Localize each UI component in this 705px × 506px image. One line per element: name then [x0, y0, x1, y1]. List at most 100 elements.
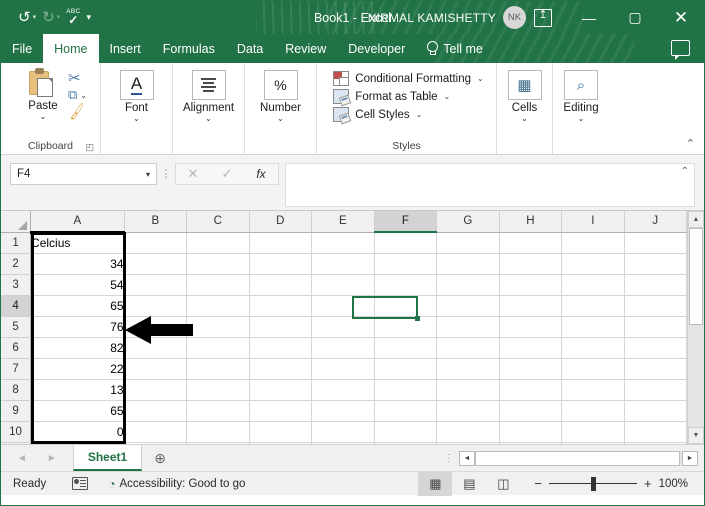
column-header-E[interactable]: E — [312, 211, 375, 232]
formula-bar-grip[interactable]: ⋮ — [157, 163, 175, 185]
row-header-2[interactable]: 2 — [1, 253, 31, 274]
redo-button[interactable]: ↻ ▾ — [39, 7, 63, 28]
chevron-down-icon[interactable]: ⌄ — [444, 92, 451, 101]
cell-E8[interactable] — [312, 379, 375, 400]
conditional-formatting-button[interactable]: Conditional Formatting ⌄ — [333, 71, 483, 86]
tab-home[interactable]: Home — [43, 34, 98, 63]
cell-F2[interactable] — [374, 253, 436, 274]
cell-H2[interactable] — [499, 253, 562, 274]
cell-styles-button[interactable]: Cell Styles ⌄ — [333, 107, 483, 122]
row-header-8[interactable]: 8 — [1, 379, 31, 400]
tab-data[interactable]: Data — [226, 34, 274, 63]
page-layout-view-button[interactable]: ▤ — [452, 472, 486, 496]
fill-handle[interactable] — [415, 316, 420, 321]
cell-B8[interactable] — [124, 379, 187, 400]
cell-F11[interactable] — [374, 442, 436, 444]
cell-E4[interactable] — [312, 295, 375, 316]
cell-H9[interactable] — [499, 400, 562, 421]
cell-E2[interactable] — [312, 253, 375, 274]
undo-button[interactable]: ↺ ▾ — [15, 7, 39, 28]
chevron-down-icon[interactable]: ▾ — [57, 14, 61, 21]
cell-A10[interactable]: 0 — [31, 421, 125, 442]
cell-H6[interactable] — [499, 337, 562, 358]
cell-H4[interactable] — [499, 295, 562, 316]
cell-E3[interactable] — [312, 274, 375, 295]
cells-chevron-down-icon[interactable]: ⌄ — [521, 115, 528, 123]
number-chevron-down-icon[interactable]: ⌄ — [277, 115, 284, 123]
paste-button[interactable]: Paste ⌄ — [20, 68, 66, 121]
cell-C8[interactable] — [187, 379, 250, 400]
cell-I4[interactable] — [562, 295, 624, 316]
cell-D10[interactable] — [249, 421, 312, 442]
cell-I5[interactable] — [562, 316, 624, 337]
zoom-out-button[interactable]: − — [534, 476, 542, 491]
cell-D11[interactable] — [249, 442, 312, 444]
cell-C4[interactable] — [187, 295, 250, 316]
cell-F6[interactable] — [374, 337, 436, 358]
cell-A7[interactable]: 22 — [31, 358, 125, 379]
cell-C10[interactable] — [187, 421, 250, 442]
cell-D1[interactable] — [249, 232, 312, 253]
cell-E5[interactable] — [312, 316, 375, 337]
cell-B3[interactable] — [124, 274, 187, 295]
cancel-formula-icon[interactable]: ✕ — [176, 164, 210, 184]
clipboard-dialog-launcher-icon[interactable]: ◰ — [85, 142, 94, 153]
column-header-D[interactable]: D — [249, 211, 312, 232]
tab-review[interactable]: Review — [274, 34, 337, 63]
cell-G6[interactable] — [437, 337, 500, 358]
expand-formula-bar-icon[interactable]: ⌃ — [681, 166, 689, 177]
cell-I8[interactable] — [562, 379, 624, 400]
cell-C11[interactable] — [187, 442, 250, 444]
cell-A8[interactable]: 13 — [31, 379, 125, 400]
column-header-C[interactable]: C — [187, 211, 250, 232]
cell-C3[interactable] — [187, 274, 250, 295]
cell-D3[interactable] — [249, 274, 312, 295]
cell-A5[interactable]: 76 — [31, 316, 125, 337]
copy-chevron-down-icon[interactable]: ⌄ — [80, 91, 87, 100]
cell-J3[interactable] — [624, 274, 687, 295]
cell-I3[interactable] — [562, 274, 624, 295]
normal-view-button[interactable]: ▦ — [418, 472, 452, 496]
zoom-in-button[interactable]: + — [644, 476, 652, 491]
cell-I7[interactable] — [562, 358, 624, 379]
tab-insert[interactable]: Insert — [99, 34, 152, 63]
cell-J5[interactable] — [624, 316, 687, 337]
column-header-F[interactable]: F — [374, 211, 436, 232]
cell-C6[interactable] — [187, 337, 250, 358]
cell-H7[interactable] — [499, 358, 562, 379]
cell-J8[interactable] — [624, 379, 687, 400]
cell-C5[interactable] — [187, 316, 250, 337]
vertical-scrollbar[interactable]: ▲ ▼ — [687, 211, 704, 444]
chevron-down-icon[interactable]: ▾ — [146, 170, 150, 179]
cell-I11[interactable] — [562, 442, 624, 444]
cell-E9[interactable] — [312, 400, 375, 421]
user-account[interactable]: NIRMAL KAMISHETTY NK — [368, 1, 526, 34]
number-button[interactable]: % Number ⌄ — [254, 68, 307, 123]
column-header-A[interactable]: A — [31, 211, 125, 232]
cell-H3[interactable] — [499, 274, 562, 295]
cell-F5[interactable] — [374, 316, 436, 337]
cell-G11[interactable] — [437, 442, 500, 444]
sheet-nav-arrows[interactable]: ◄ ► — [1, 445, 73, 471]
cell-B2[interactable] — [124, 253, 187, 274]
cell-F9[interactable] — [374, 400, 436, 421]
cell-H5[interactable] — [499, 316, 562, 337]
sheet-next-icon[interactable]: ► — [47, 453, 57, 464]
cell-I10[interactable] — [562, 421, 624, 442]
cell-F8[interactable] — [374, 379, 436, 400]
cell-A3[interactable]: 54 — [31, 274, 125, 295]
cell-A11[interactable] — [31, 442, 125, 444]
cell-D7[interactable] — [249, 358, 312, 379]
cell-J11[interactable] — [624, 442, 687, 444]
row-header-7[interactable]: 7 — [1, 358, 31, 379]
cell-H10[interactable] — [499, 421, 562, 442]
cell-E7[interactable] — [312, 358, 375, 379]
collapse-ribbon-icon[interactable]: ⌃ — [686, 137, 695, 150]
cell-I1[interactable] — [562, 232, 624, 253]
sheet-tab-sheet1[interactable]: Sheet1 — [73, 445, 142, 471]
cell-E1[interactable] — [312, 232, 375, 253]
cell-H11[interactable] — [499, 442, 562, 444]
cell-F1[interactable] — [374, 232, 436, 253]
tab-formulas[interactable]: Formulas — [152, 34, 226, 63]
cells-button[interactable]: ▦ Cells ⌄ — [502, 68, 548, 123]
